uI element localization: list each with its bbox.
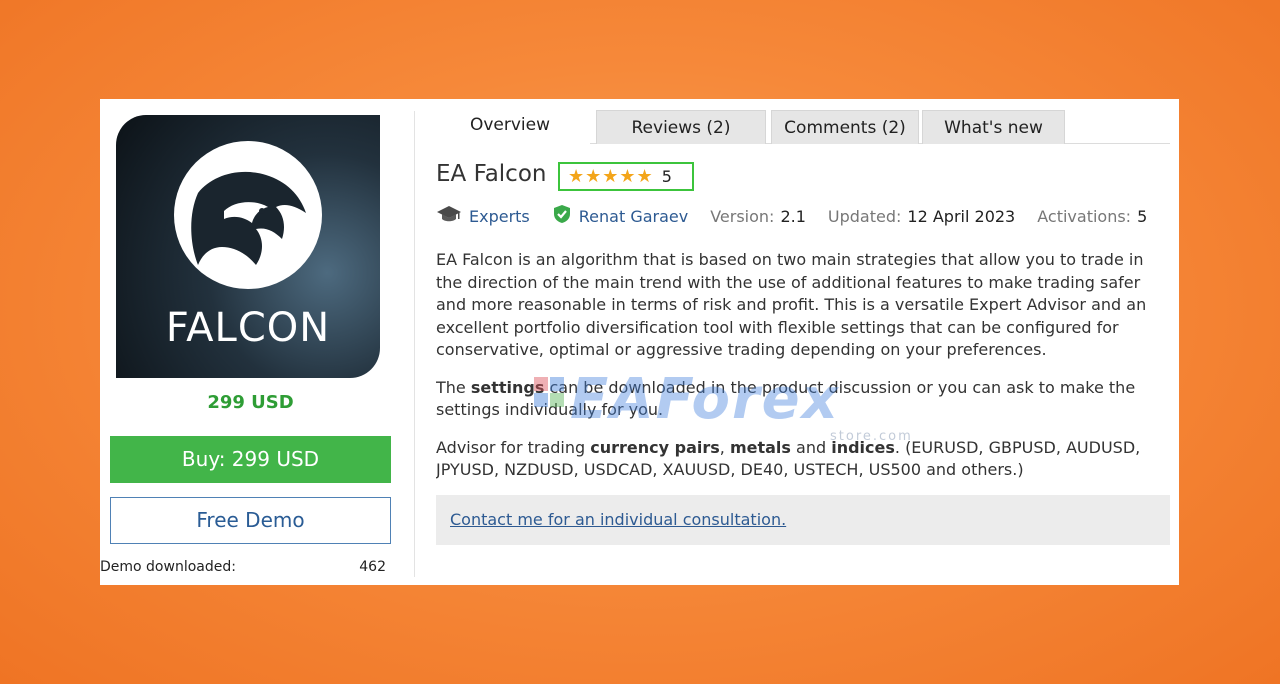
desc-text: and	[790, 437, 832, 457]
desc-bold: indices	[831, 437, 895, 457]
updated-info: Updated: 12 April 2023	[828, 207, 1015, 226]
product-meta: Experts Renat Garaev Version: 2.1 Update…	[436, 204, 1169, 228]
tab-whats-new[interactable]: What's new	[922, 110, 1065, 144]
desc-bold: currency pairs	[590, 437, 720, 457]
desc-text: . (EURUSD, GBPUSD, AUDUSD,	[894, 437, 1141, 457]
tab-bar: Overview Reviews (2) Comments (2) What's…	[430, 108, 1170, 144]
buy-button[interactable]: Buy: 299 USD	[110, 436, 391, 483]
contact-link[interactable]: Contact me for an individual consultatio…	[450, 510, 786, 529]
tab-overview[interactable]: Overview	[430, 108, 590, 144]
description-paragraph-3: Advisor for trading currency pairs, meta…	[436, 437, 1171, 482]
desc-text: ,	[719, 437, 730, 457]
version-label: Version:	[710, 206, 775, 226]
author-name: Renat Garaev	[578, 206, 689, 226]
tab-reviews[interactable]: Reviews (2)	[596, 110, 766, 144]
author-link[interactable]: Renat Garaev	[552, 204, 688, 228]
product-description: EA Falcon is an algorithm that is based …	[436, 249, 1171, 497]
version-info: Version: 2.1	[710, 207, 806, 226]
desc-text: settings individually for you.	[436, 400, 664, 419]
desc-line: conservative, optimal or aggressive trad…	[436, 340, 1047, 359]
desc-text: The	[436, 377, 471, 397]
demo-downloaded-label: Demo downloaded:	[100, 559, 236, 575]
rating-value: 5	[661, 167, 672, 186]
desc-bold: settings	[470, 377, 545, 397]
product-logo: FALCON	[116, 115, 380, 378]
desc-line: excellent portfolio diversification tool…	[436, 317, 1119, 337]
desc-bold: metals	[729, 437, 791, 457]
activations-label: Activations:	[1037, 206, 1132, 226]
price: 299 USD	[207, 392, 294, 413]
verified-shield-icon	[552, 204, 572, 228]
demo-downloaded-count: 462	[359, 559, 386, 575]
activations-info: Activations: 5	[1037, 207, 1147, 226]
version-value: 2.1	[780, 206, 806, 226]
product-title: EA Falcon	[436, 161, 547, 187]
tab-comments[interactable]: Comments (2)	[771, 110, 919, 144]
desc-line: and more reasonable in terms of risk and…	[436, 295, 1147, 314]
desc-text: can be downloaded in the product discuss…	[544, 377, 1136, 397]
desc-line: EA Falcon is an algorithm that is based …	[436, 250, 1144, 269]
graduation-cap-icon	[436, 204, 462, 228]
rating-box[interactable]: ★★★★★ 5	[558, 162, 694, 191]
description-paragraph-1: EA Falcon is an algorithm that is based …	[436, 249, 1171, 362]
description-paragraph-2: The settings can be downloaded in the pr…	[436, 377, 1171, 422]
column-divider	[414, 111, 415, 577]
contact-box: Contact me for an individual consultatio…	[436, 495, 1170, 545]
activations-value: 5	[1137, 206, 1148, 226]
free-demo-button[interactable]: Free Demo	[110, 497, 391, 544]
category-label: Experts	[469, 206, 530, 226]
category-link[interactable]: Experts	[436, 204, 530, 228]
desc-line: the direction of the main trend with the…	[436, 272, 1141, 292]
updated-label: Updated:	[827, 206, 902, 226]
logo-text: FALCON	[165, 305, 331, 351]
desc-text: JPYUSD, NZDUSD, USDCAD, XAUUSD, DE40, US…	[436, 460, 1024, 479]
demo-downloaded: Demo downloaded: 462	[100, 559, 394, 575]
desc-text: Advisor for trading	[436, 437, 591, 457]
updated-value: 12 April 2023	[907, 206, 1016, 226]
product-card: FALCON 299 USD Buy: 299 USD Free Demo De…	[100, 99, 1179, 585]
star-rating-icon: ★★★★★	[568, 166, 654, 187]
